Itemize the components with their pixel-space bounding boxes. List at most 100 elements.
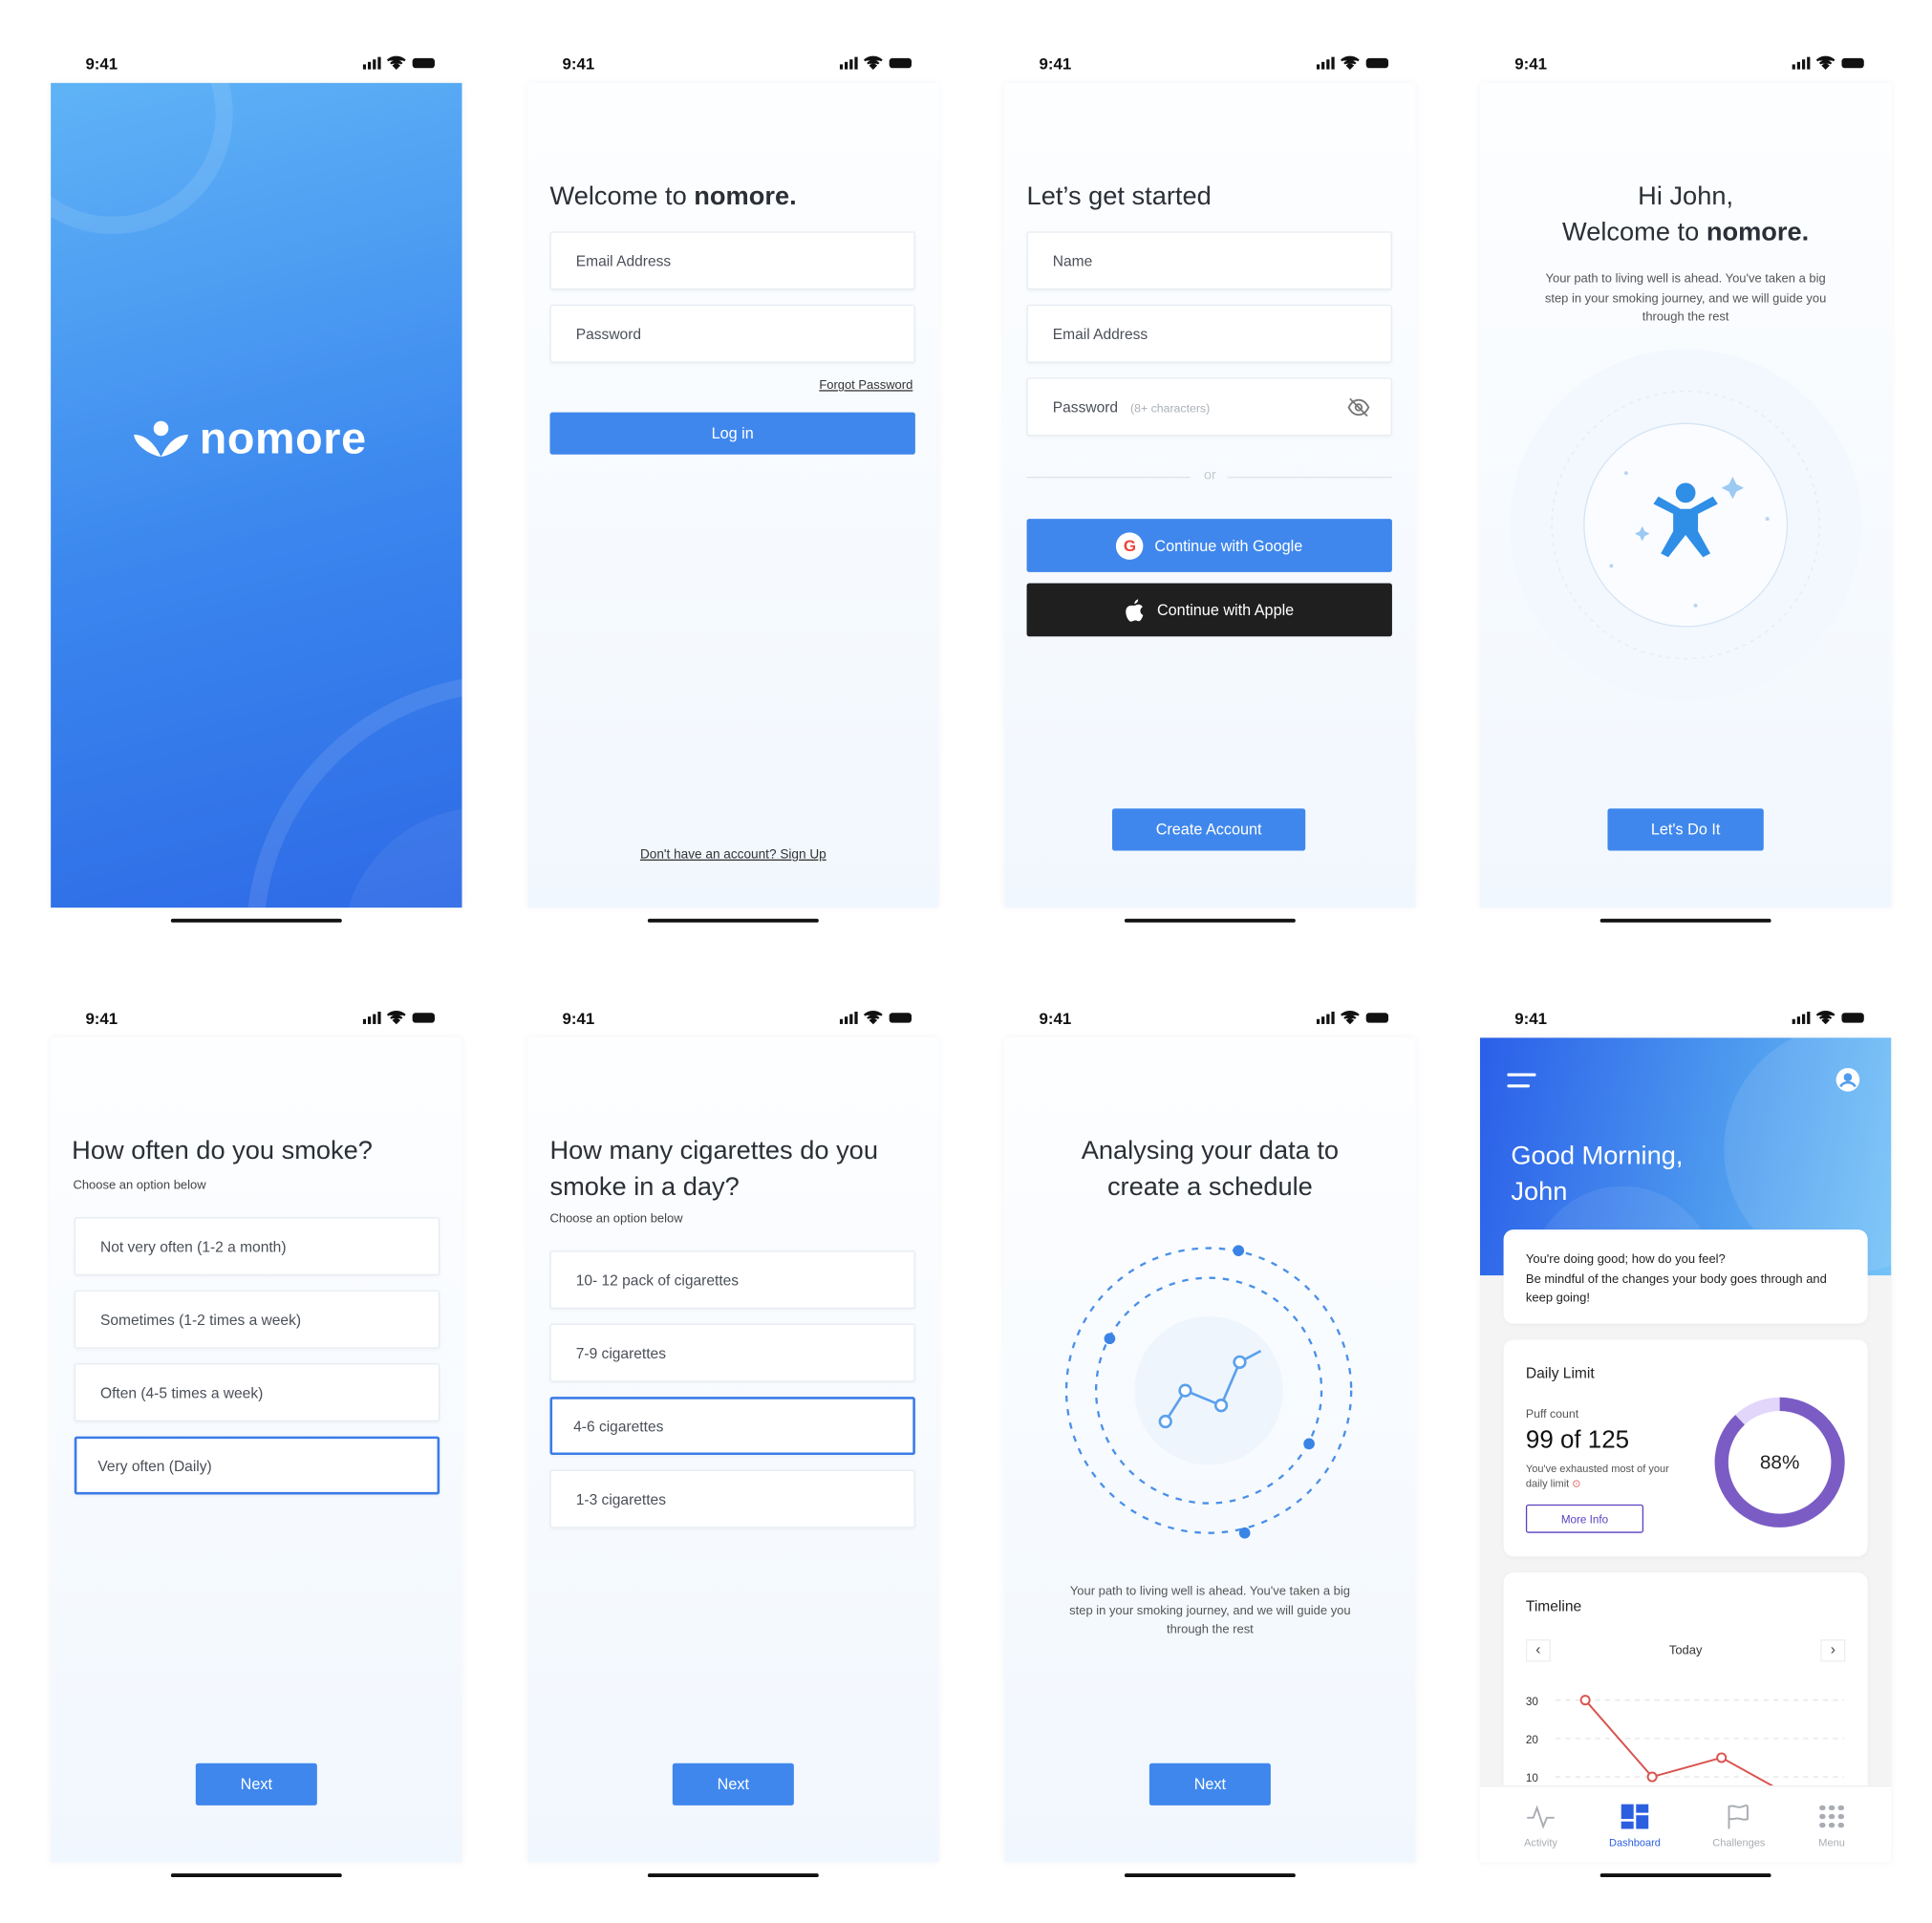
alert-icon: ⊙ bbox=[1572, 1477, 1581, 1490]
option-sometimes[interactable]: Sometimes (1-2 times a week) bbox=[74, 1290, 440, 1349]
home-indicator bbox=[1599, 1873, 1771, 1878]
eye-off-icon[interactable] bbox=[1347, 397, 1370, 417]
email-field[interactable]: Email Address bbox=[549, 231, 915, 290]
login-button[interactable]: Log in bbox=[549, 412, 915, 455]
phone-frequency: 9:41 How often do you smoke? Choose an o… bbox=[51, 997, 462, 1890]
password-placeholder: Password bbox=[1052, 398, 1119, 417]
status-bar: 9:41 bbox=[527, 43, 939, 83]
status-icons bbox=[839, 1011, 912, 1025]
decorative-rings bbox=[51, 82, 462, 908]
google-button[interactable]: G Continue with Google bbox=[1026, 519, 1392, 572]
message-line1: You're doing good; how do you feel? bbox=[1525, 1252, 1726, 1268]
phone-analysing: 9:41 Analysing your data to create a sch… bbox=[1004, 997, 1416, 1890]
leaf-logo-icon bbox=[133, 420, 189, 458]
analysing-illustration bbox=[1064, 1245, 1353, 1539]
daily-limit-title: Daily Limit bbox=[1525, 1364, 1595, 1382]
home-indicator bbox=[1599, 918, 1771, 923]
apple-button-label: Continue with Apple bbox=[1156, 601, 1295, 619]
nav-label: Dashboard bbox=[1609, 1836, 1661, 1849]
status-icons bbox=[362, 55, 435, 70]
phone-welcome: 9:41 Hi John, Welcome to nomore. Your pa… bbox=[1479, 43, 1892, 934]
home-indicator bbox=[1124, 918, 1296, 923]
profile-icon[interactable] bbox=[1835, 1067, 1860, 1092]
more-info-button[interactable]: More Info bbox=[1525, 1504, 1644, 1533]
phone-quantity: 9:41 How many cigarettes do you smoke in… bbox=[527, 997, 939, 1890]
y-tick-10: 10 bbox=[1526, 1772, 1538, 1784]
nav-label: Challenges bbox=[1712, 1836, 1766, 1849]
signup-screen: Let’s get started Name Email Address Pas… bbox=[1004, 82, 1416, 908]
phone-signup: 9:41 Let’s get started Name Email Addres… bbox=[1004, 43, 1416, 934]
question-subtitle: Choose an option below bbox=[549, 1211, 683, 1227]
password-field[interactable]: Password bbox=[549, 304, 915, 363]
signup-link[interactable]: Don't have an account? Sign Up bbox=[527, 847, 938, 863]
status-time: 9:41 bbox=[85, 1009, 118, 1028]
password-hint: (8+ characters) bbox=[1130, 402, 1211, 417]
option-1-3[interactable]: 1-3 cigarettes bbox=[549, 1469, 915, 1528]
bottom-nav: Activity Dashboard Challenges Menu bbox=[1479, 1785, 1892, 1863]
forgot-password-link[interactable]: Forgot Password bbox=[819, 379, 912, 393]
status-time: 9:41 bbox=[85, 54, 118, 74]
status-time: 9:41 bbox=[1039, 54, 1072, 74]
dashboard-screen: Good Morning, John You're doing good; how… bbox=[1479, 1037, 1892, 1863]
status-icons bbox=[839, 55, 912, 70]
divider-or: or bbox=[1204, 467, 1216, 483]
nav-label: Activity bbox=[1524, 1836, 1557, 1849]
status-bar: 9:41 bbox=[51, 997, 462, 1038]
nav-activity[interactable]: Activity bbox=[1497, 1805, 1584, 1849]
option-often[interactable]: Often (4-5 times a week) bbox=[74, 1363, 440, 1422]
timeline-point bbox=[1646, 1771, 1658, 1783]
greeting: Good Morning, John bbox=[1511, 1138, 1683, 1209]
status-icons bbox=[362, 1011, 435, 1025]
option-very-often-selected[interactable]: Very often (Daily) bbox=[74, 1436, 440, 1495]
status-time: 9:41 bbox=[562, 1009, 595, 1028]
puff-count-value: 99 of 125 bbox=[1525, 1426, 1630, 1454]
greeting-line1: Good Morning, bbox=[1511, 1142, 1684, 1170]
nav-dashboard-active[interactable]: Dashboard bbox=[1592, 1804, 1679, 1849]
login-screen: Welcome to nomore. Email Address Passwor… bbox=[527, 82, 939, 908]
next-button[interactable]: Next bbox=[1148, 1763, 1271, 1805]
status-icons bbox=[1316, 55, 1389, 70]
status-bar: 9:41 bbox=[527, 997, 939, 1038]
home-indicator bbox=[170, 918, 342, 923]
page-title: Welcome to nomore. bbox=[550, 182, 797, 212]
nav-challenges[interactable]: Challenges bbox=[1695, 1805, 1782, 1849]
question-title-line2: smoke in a day? bbox=[549, 1172, 740, 1202]
home-indicator bbox=[647, 918, 819, 923]
option-7-9[interactable]: 7-9 cigarettes bbox=[549, 1323, 915, 1382]
greeting: Hi John, bbox=[1638, 182, 1734, 211]
google-button-label: Continue with Google bbox=[1154, 536, 1303, 555]
message-card: You're doing good; how do you feel? Be mi… bbox=[1503, 1229, 1868, 1324]
brand-name: nomore bbox=[199, 412, 367, 463]
daily-limit-card: Daily Limit Puff count 99 of 125 You've … bbox=[1503, 1339, 1868, 1557]
create-account-button[interactable]: Create Account bbox=[1111, 808, 1306, 851]
mockup-board: 9:41 nomore 9:41 Welcome to nomore. Emai… bbox=[0, 0, 1932, 1923]
hamburger-menu-icon[interactable] bbox=[1507, 1073, 1536, 1090]
question-subtitle: Choose an option below bbox=[73, 1178, 206, 1193]
status-bar: 9:41 bbox=[1479, 997, 1892, 1038]
name-field[interactable]: Name bbox=[1026, 231, 1392, 290]
next-button[interactable]: Next bbox=[672, 1763, 794, 1805]
option-10-12-pack[interactable]: 10- 12 pack of cigarettes bbox=[549, 1250, 915, 1310]
analysing-title-line1: Analysing your data to bbox=[1081, 1136, 1340, 1165]
grid-icon bbox=[1819, 1805, 1845, 1828]
next-day-button[interactable]: › bbox=[1820, 1639, 1846, 1662]
person-illustration bbox=[1510, 349, 1862, 701]
status-icons bbox=[1792, 1011, 1864, 1025]
message-line2: Be mindful of the changes your body goes… bbox=[1525, 1271, 1827, 1306]
password-field[interactable]: Password (8+ characters) bbox=[1026, 377, 1392, 437]
page-title: Let’s get started bbox=[1026, 182, 1212, 211]
analysing-title-line2: create a schedule bbox=[1106, 1172, 1313, 1202]
flag-icon bbox=[1728, 1805, 1749, 1829]
analysing-screen: Analysing your data to create a schedule… bbox=[1004, 1037, 1416, 1863]
option-not-very-often[interactable]: Not very often (1-2 a month) bbox=[74, 1217, 440, 1276]
email-field[interactable]: Email Address bbox=[1026, 304, 1392, 363]
question-title: How often do you smoke? bbox=[72, 1136, 373, 1165]
apple-icon bbox=[1126, 598, 1144, 622]
next-button[interactable]: Next bbox=[195, 1763, 317, 1805]
apple-button[interactable]: Continue with Apple bbox=[1026, 583, 1392, 637]
brand-logo: nomore bbox=[133, 413, 367, 464]
lets-do-it-button[interactable]: Let's Do It bbox=[1607, 808, 1764, 851]
option-4-6-selected[interactable]: 4-6 cigarettes bbox=[549, 1397, 915, 1456]
home-indicator bbox=[647, 1873, 819, 1878]
nav-menu[interactable]: Menu bbox=[1789, 1805, 1876, 1848]
